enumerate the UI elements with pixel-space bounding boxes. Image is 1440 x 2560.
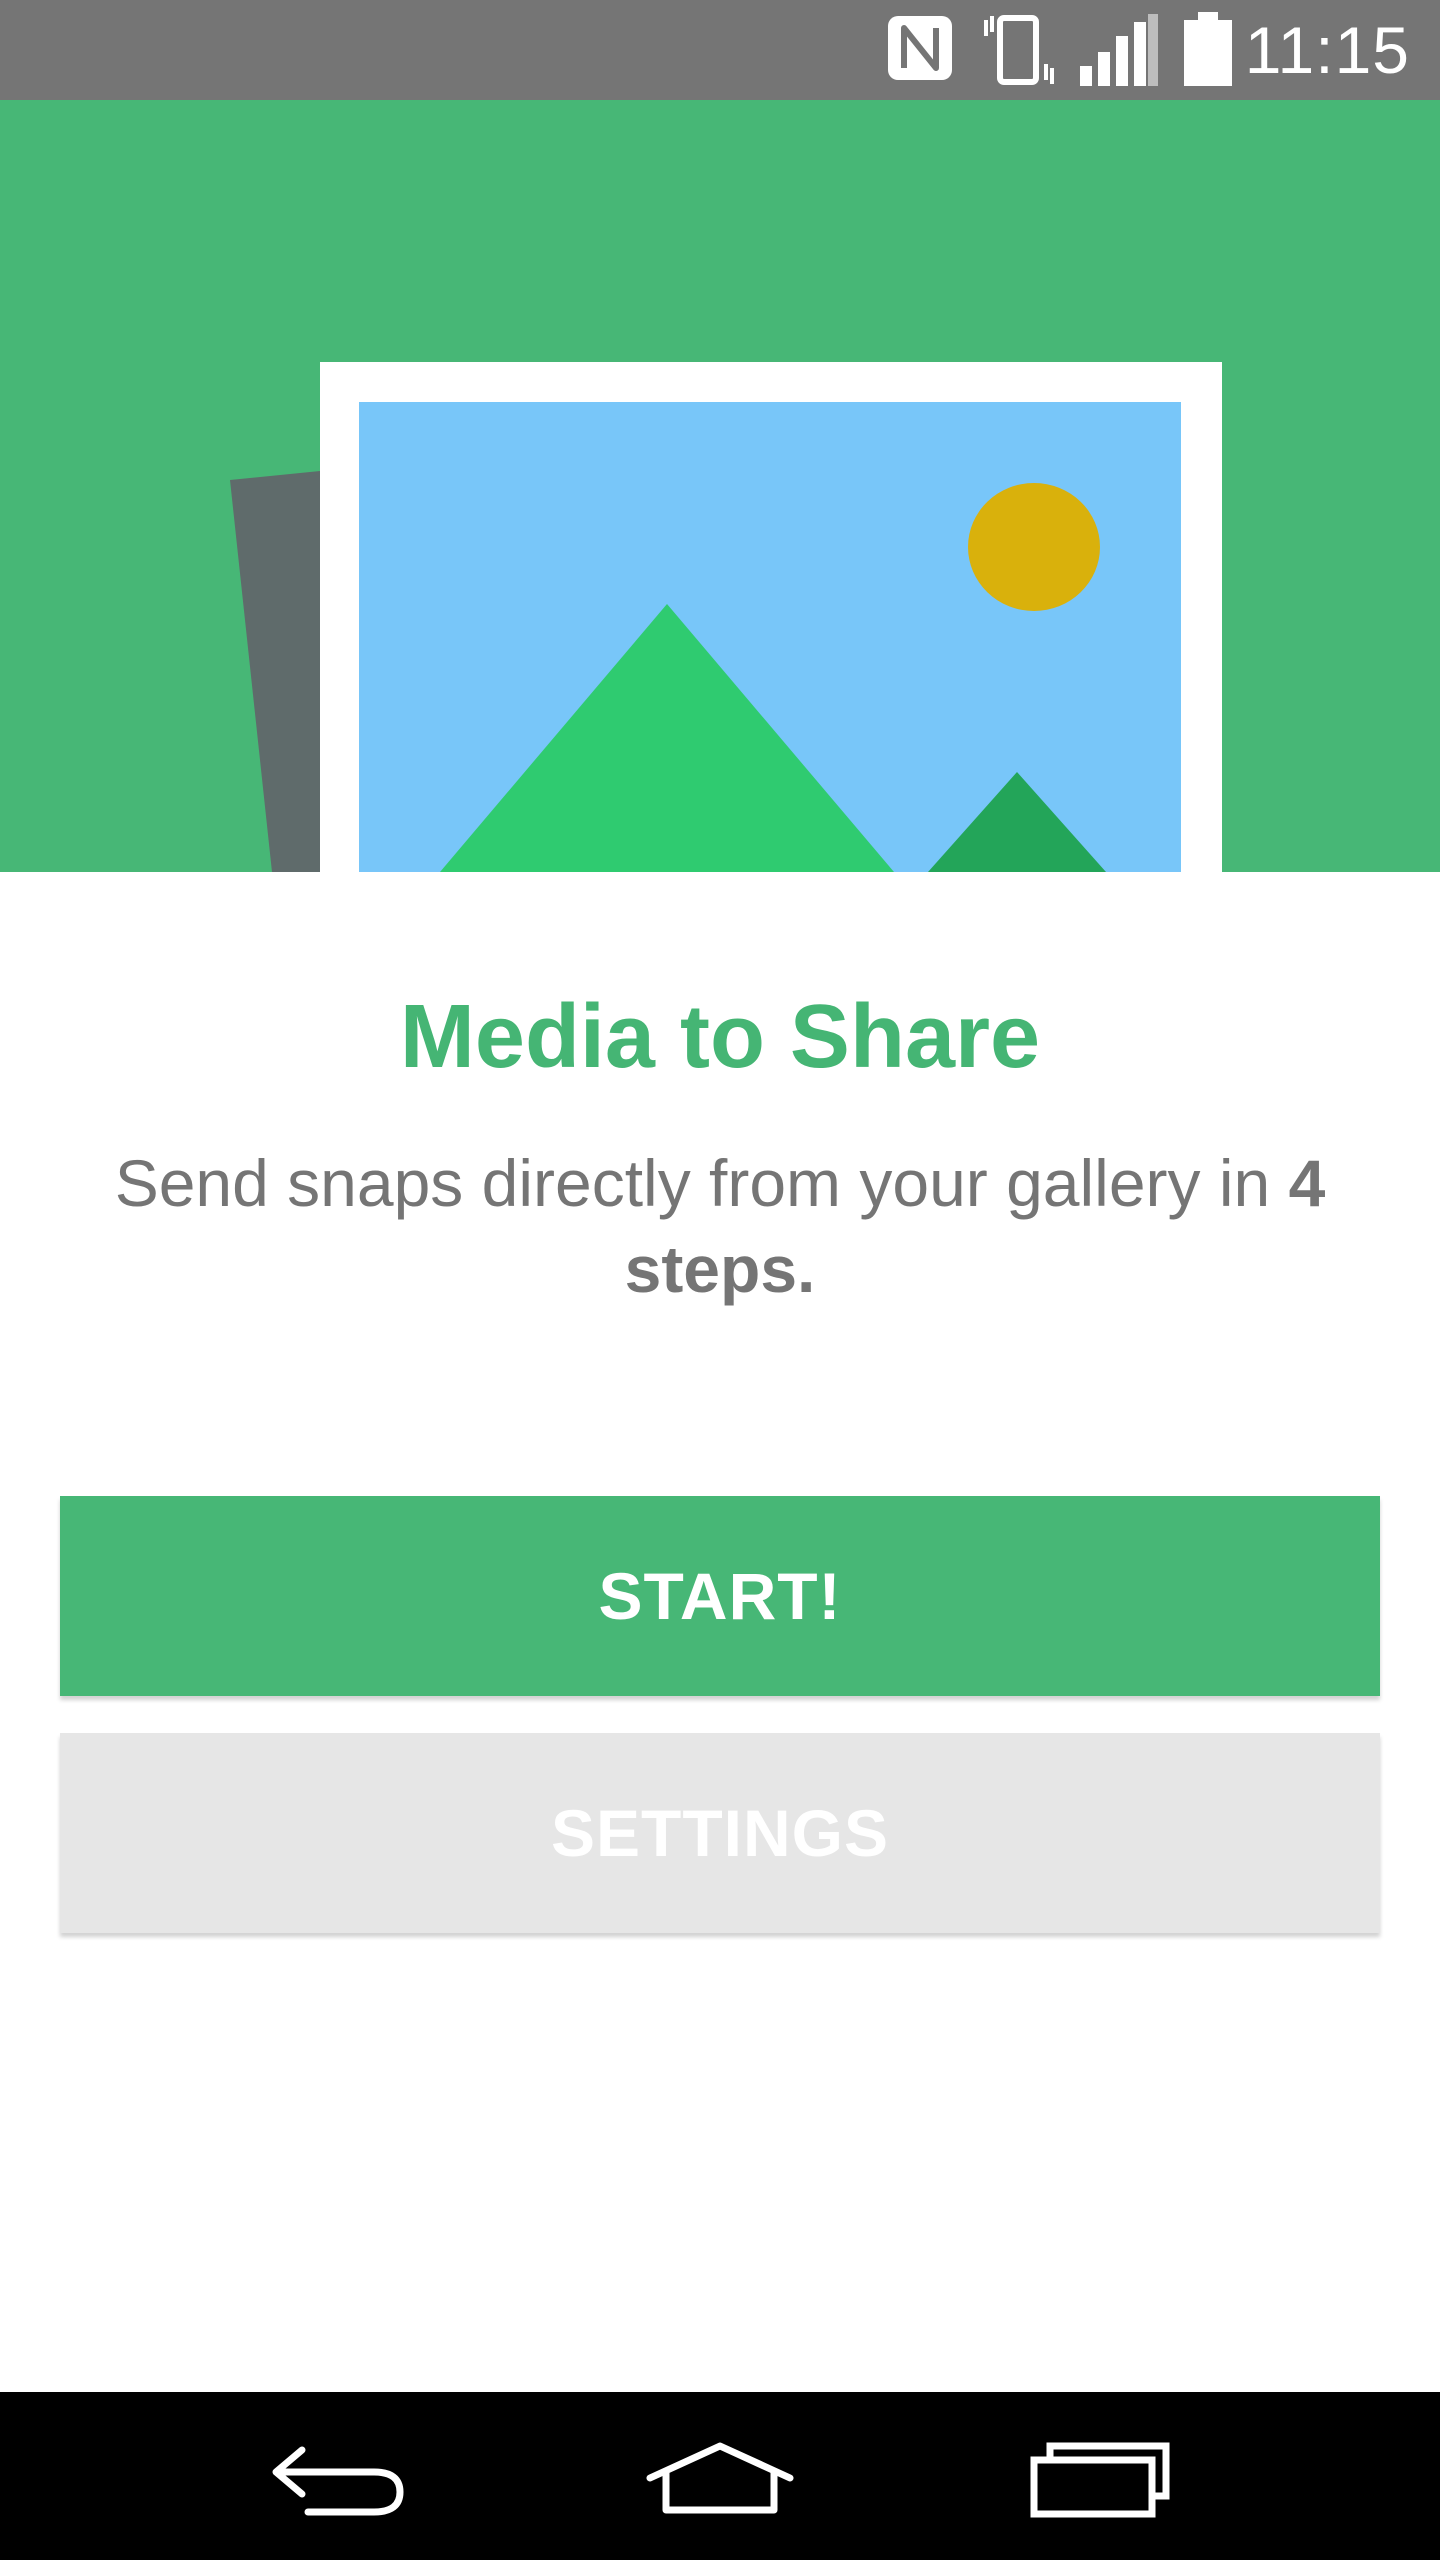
start-button-label: START!: [598, 1559, 842, 1633]
status-time: 11:15: [1244, 13, 1410, 87]
page-title: Media to Share: [399, 987, 1041, 1087]
navigation-bar: [0, 2392, 1440, 2560]
start-button[interactable]: START!: [60, 1496, 1380, 1696]
back-icon[interactable]: [262, 2426, 412, 2531]
vibrate-icon: [980, 12, 1060, 93]
settings-button-label: SETTINGS: [550, 1796, 890, 1870]
signal-icon: [1078, 12, 1160, 93]
status-bar: 11:15: [0, 0, 1440, 100]
subtitle: Send snaps directly from your gallery in…: [50, 1140, 1390, 1312]
subtitle-text: Send snaps directly from your gallery in: [114, 1146, 1289, 1220]
home-icon[interactable]: [644, 2426, 796, 2531]
photo-gallery-icon: [230, 362, 1222, 872]
battery-icon: [1182, 12, 1234, 93]
recent-apps-icon[interactable]: [1030, 2426, 1172, 2531]
hero-illustration: [0, 100, 1440, 872]
nfc-icon: [884, 12, 956, 89]
settings-button[interactable]: SETTINGS: [60, 1733, 1380, 1933]
